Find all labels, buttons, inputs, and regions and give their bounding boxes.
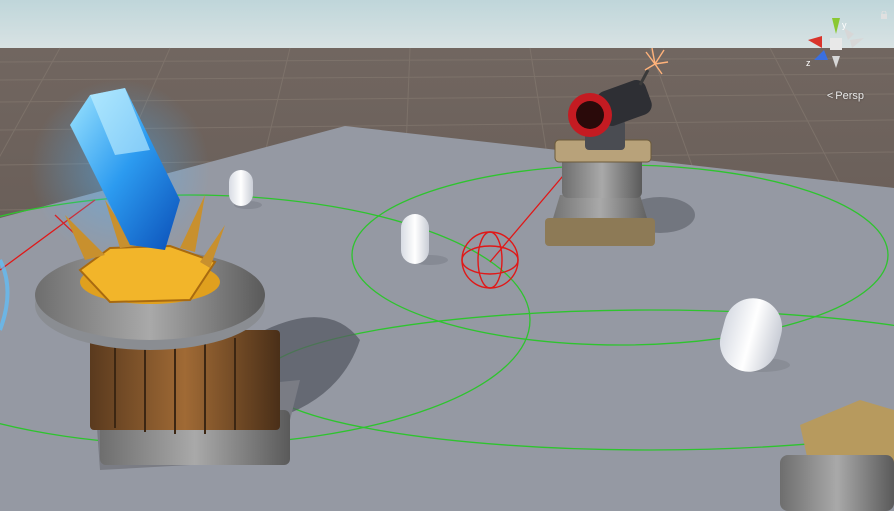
axis-neg-x-cone[interactable] <box>850 38 864 48</box>
chevron-left-icon: < <box>826 90 834 102</box>
scene-canvas[interactable] <box>0 0 894 511</box>
gizmo-center-cube[interactable] <box>830 38 842 50</box>
projection-label: Persp <box>835 90 864 102</box>
axis-neg-y-cone[interactable] <box>832 56 840 68</box>
axis-z-label: z <box>806 58 811 68</box>
axis-z-cone[interactable] <box>814 50 828 60</box>
axis-y-label: y <box>842 20 847 30</box>
projection-toggle[interactable]: < Persp <box>827 90 864 102</box>
lock-icon[interactable] <box>880 6 888 19</box>
axis-y-cone[interactable] <box>832 18 840 34</box>
sky <box>0 0 894 48</box>
axis-x-cone[interactable] <box>808 36 822 48</box>
scene-viewport[interactable]: y z < Persp <box>0 0 894 511</box>
